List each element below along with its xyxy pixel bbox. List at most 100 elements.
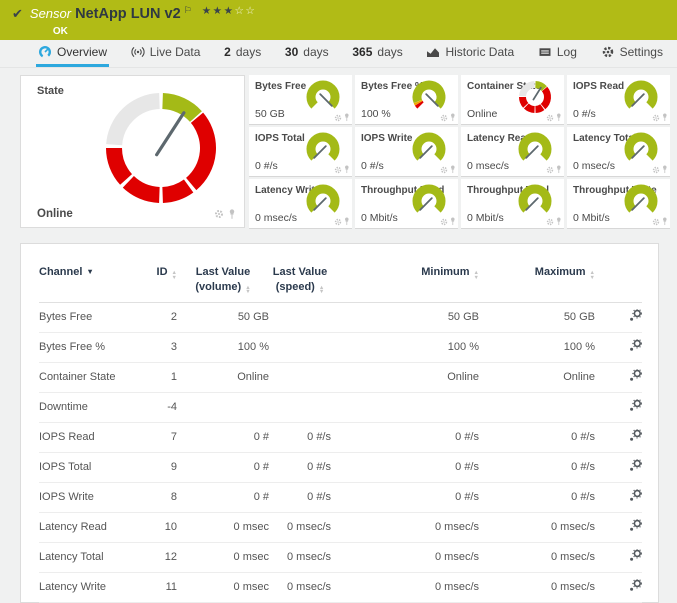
pin-icon[interactable] [556, 217, 562, 226]
gauge-panel-throughput-write[interactable]: Throughput Write0 Mbit/s [567, 179, 670, 229]
gauge-panel-bytes-free[interactable]: Bytes Free50 GB [249, 75, 352, 125]
pin-icon[interactable] [662, 113, 668, 122]
cell-last-value-volume: Online [177, 362, 269, 392]
star-filled-icon[interactable]: ★ [202, 5, 213, 17]
table-row-iops-write: IOPS Write80 #0 #/s0 #/s0 #/s [39, 482, 642, 512]
cell-minimum: Online [331, 362, 479, 392]
gear-icon[interactable] [214, 209, 224, 219]
cell-minimum: 0 msec/s [331, 542, 479, 572]
channel-settings-icon[interactable] [629, 489, 642, 502]
cell-last-value-speed [269, 332, 331, 362]
cell-maximum: 0 msec/s [479, 512, 595, 542]
gear-icon[interactable] [652, 218, 660, 226]
channel-settings-icon[interactable] [629, 309, 642, 322]
column-header-id[interactable]: ID▲▼ [139, 256, 177, 302]
pin-icon[interactable] [450, 165, 456, 174]
pin-icon[interactable] [228, 209, 236, 220]
cell-id: 11 [139, 572, 177, 602]
cell-channel: Latency Write [39, 572, 139, 602]
pin-icon[interactable] [344, 113, 350, 122]
gear-icon[interactable] [546, 218, 554, 226]
gear-icon[interactable] [440, 114, 448, 122]
star-empty-icon[interactable]: ☆ [245, 5, 256, 17]
priority-stars[interactable]: ★★★☆☆ [202, 5, 257, 17]
gear-icon[interactable] [546, 114, 554, 122]
gear-icon[interactable] [440, 218, 448, 226]
channel-settings-icon[interactable] [629, 429, 642, 442]
column-header-last-value-speed-[interactable]: Last Value(speed)▲▼ [269, 256, 331, 302]
tab-historic-data[interactable]: Historic Data [424, 40, 516, 67]
gauge-panel-throughput-total[interactable]: Throughput Total0 Mbit/s [461, 179, 564, 229]
channel-settings-icon[interactable] [629, 369, 642, 382]
star-filled-icon[interactable]: ★ [224, 5, 235, 17]
cell-channel-settings[interactable] [595, 302, 642, 332]
tab-settings[interactable]: Settings [599, 40, 665, 67]
tab-log[interactable]: Log [536, 40, 579, 67]
tab-live-data[interactable]: Live Data [129, 40, 203, 67]
cell-last-value-volume: 0 # [177, 482, 269, 512]
star-empty-icon[interactable]: ☆ [235, 5, 246, 17]
gear-icon[interactable] [334, 218, 342, 226]
gauge-panel-latency-write[interactable]: Latency Write0 msec/s [249, 179, 352, 229]
pin-icon[interactable] [450, 113, 456, 122]
cell-channel-settings[interactable] [595, 512, 642, 542]
cell-channel-settings[interactable] [595, 572, 642, 602]
column-header-channel[interactable]: Channel▼ [39, 256, 139, 302]
pin-icon[interactable] [344, 165, 350, 174]
gear-icon[interactable] [334, 166, 342, 174]
cell-id: 7 [139, 422, 177, 452]
channel-settings-icon[interactable] [629, 399, 642, 412]
cell-last-value-speed: 0 msec/s [269, 512, 331, 542]
gauge-value: 0 msec/s [573, 160, 615, 172]
gauge-panel-throughput-read[interactable]: Throughput Read0 Mbit/s [355, 179, 458, 229]
cell-channel-settings[interactable] [595, 392, 642, 422]
cell-channel-settings[interactable] [595, 482, 642, 512]
tab-label: Live Data [150, 45, 201, 59]
tab-overview[interactable]: Overview [36, 40, 109, 67]
channel-settings-icon[interactable] [629, 549, 642, 562]
cell-id: 1 [139, 362, 177, 392]
gauge-panel-bytes-free-[interactable]: Bytes Free %100 % [355, 75, 458, 125]
column-header-last-value-volume-[interactable]: Last Value(volume)▲▼ [177, 256, 269, 302]
channel-settings-icon[interactable] [629, 459, 642, 472]
gear-icon[interactable] [546, 166, 554, 174]
pin-icon[interactable] [556, 165, 562, 174]
flag-icon[interactable]: ⚐ [184, 5, 192, 15]
gauge-panel-iops-write[interactable]: IOPS Write0 #/s [355, 127, 458, 177]
gauge-panel-iops-total[interactable]: IOPS Total0 #/s [249, 127, 352, 177]
cell-channel: IOPS Total [39, 452, 139, 482]
cell-channel-settings[interactable] [595, 452, 642, 482]
pin-icon[interactable] [450, 217, 456, 226]
state-panel: State Online [20, 75, 245, 228]
tab-2-days[interactable]: 2 days [222, 40, 263, 67]
pin-icon[interactable] [662, 165, 668, 174]
channel-settings-icon[interactable] [629, 339, 642, 352]
tab-label: Historic Data [445, 45, 514, 59]
gauge-panel-latency-total[interactable]: Latency Total0 msec/s [567, 127, 670, 177]
channel-settings-icon[interactable] [629, 519, 642, 532]
cell-channel-settings[interactable] [595, 542, 642, 572]
gauge-panel-latency-read[interactable]: Latency Read0 msec/s [461, 127, 564, 177]
column-header-maximum[interactable]: Maximum▲▼ [479, 256, 595, 302]
gauge-panel-container-state[interactable]: Container StateOnline [461, 75, 564, 125]
gear-icon[interactable] [440, 166, 448, 174]
channel-settings-icon[interactable] [629, 579, 642, 592]
tab-30-days[interactable]: 30 days [283, 40, 331, 67]
tab-365-days[interactable]: 365 days [350, 40, 404, 67]
cell-channel-settings[interactable] [595, 422, 642, 452]
pin-icon[interactable] [556, 113, 562, 122]
cell-channel-settings[interactable] [595, 362, 642, 392]
gauge-dial [623, 183, 659, 219]
pin-icon[interactable] [344, 217, 350, 226]
column-header-minimum[interactable]: Minimum▲▼ [331, 256, 479, 302]
gear-icon[interactable] [652, 166, 660, 174]
table-row-latency-read: Latency Read100 msec0 msec/s0 msec/s0 ms… [39, 512, 642, 542]
star-filled-icon[interactable]: ★ [213, 5, 224, 17]
gauge-dial [623, 131, 659, 167]
cell-channel-settings[interactable] [595, 332, 642, 362]
gear-icon[interactable] [652, 114, 660, 122]
pin-icon[interactable] [662, 217, 668, 226]
gear-icon[interactable] [334, 114, 342, 122]
gauge-value: 0 Mbit/s [467, 212, 504, 224]
gauge-panel-iops-read[interactable]: IOPS Read0 #/s [567, 75, 670, 125]
